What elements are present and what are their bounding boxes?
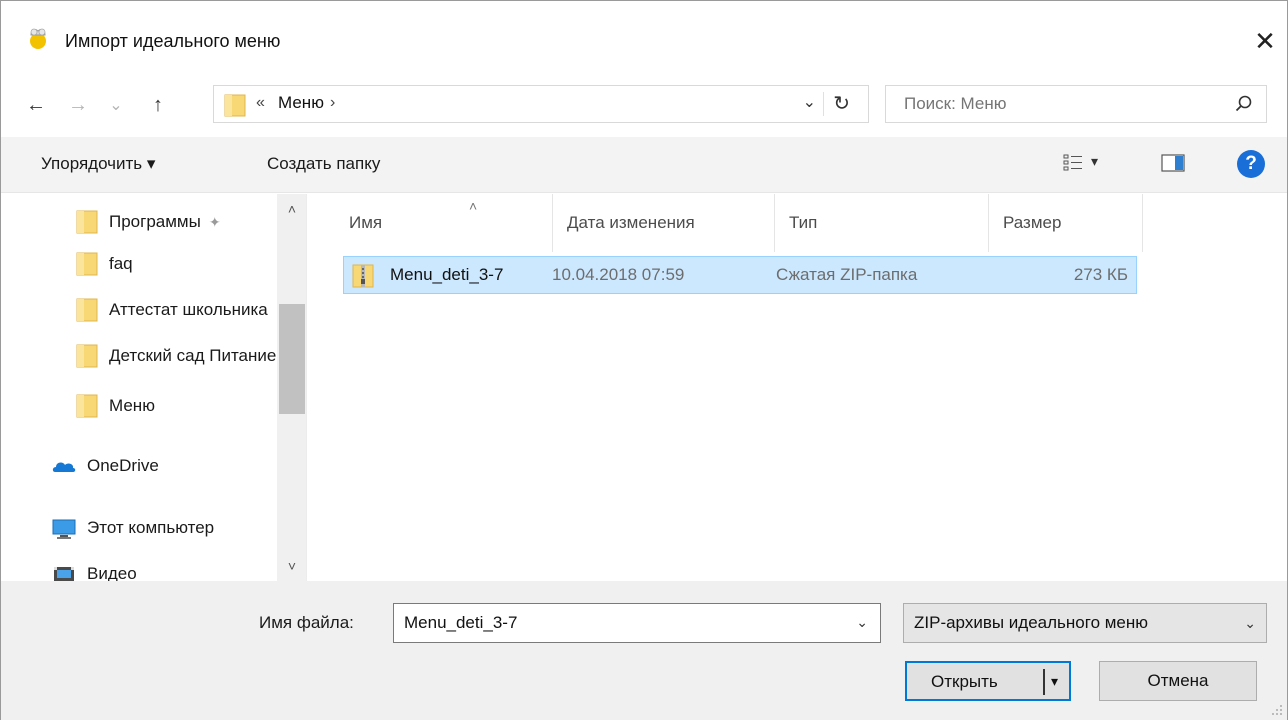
filename-input[interactable] — [394, 604, 834, 642]
nav-item-faq[interactable]: faq — [1, 246, 277, 282]
split-divider — [1043, 669, 1045, 695]
folder-icon — [76, 344, 98, 368]
address-bar[interactable]: « Меню › ⌄ ↻ — [213, 85, 869, 123]
open-button-label: Открыть — [931, 672, 998, 691]
file-size: 273 КБ — [1073, 265, 1128, 284]
address-dropdown-icon[interactable]: ⌄ — [803, 92, 816, 112]
column-header-label: Дата изменения — [567, 213, 695, 232]
video-icon — [54, 567, 74, 581]
file-type: Сжатая ZIP-папка — [776, 265, 918, 284]
file-modified: 10.04.2018 07:59 — [552, 265, 685, 284]
recent-locations-button[interactable]: ⌄ — [105, 87, 127, 123]
file-type-select[interactable]: ZIP-архивы идеального меню ⌄ — [903, 603, 1267, 643]
title-bar: Импорт идеального меню ✕ — [1, 1, 1287, 87]
file-type-value: ZIP-архивы идеального меню — [914, 613, 1149, 632]
forward-button[interactable]: → — [63, 87, 93, 123]
scroll-thumb[interactable] — [279, 304, 305, 414]
column-header-label: Тип — [789, 213, 818, 232]
nav-item-onedrive[interactable]: OneDrive — [1, 448, 277, 484]
preview-pane-icon[interactable] — [1161, 153, 1185, 173]
folder-icon — [224, 94, 246, 117]
nav-item-this-pc[interactable]: Этот компьютер — [1, 510, 277, 546]
filename-label: Имя файла: — [259, 613, 354, 632]
nav-item-label: Этот компьютер — [87, 518, 215, 537]
open-options-icon[interactable]: ▾ — [1051, 673, 1058, 690]
view-options-icon[interactable] — [1063, 153, 1083, 173]
nav-item-label: OneDrive — [87, 456, 159, 475]
nav-item-label: Аттестат школьника — [109, 300, 268, 319]
view-dropdown-icon[interactable]: ▾ — [1091, 153, 1098, 170]
chevron-down-icon: ⌄ — [1244, 615, 1256, 631]
cancel-button[interactable]: Отмена — [1099, 661, 1257, 701]
sort-ascending-icon: ˄ — [469, 198, 478, 214]
column-header-date[interactable]: Дата изменения — [553, 194, 775, 252]
nav-item-label: Программы — [109, 212, 201, 231]
scroll-up-icon[interactable]: ˄ — [277, 194, 306, 224]
folder-icon — [76, 210, 98, 234]
column-header-size[interactable]: Размер — [989, 194, 1143, 252]
breadcrumb-overflow[interactable]: « — [256, 94, 265, 112]
organize-button[interactable]: Упорядочить ▾ — [41, 154, 155, 174]
nav-item-programs[interactable]: Программы ✦ — [1, 204, 277, 240]
open-button[interactable]: Открыть ▾ — [905, 661, 1071, 701]
arrow-up-icon: ↑ — [153, 93, 163, 116]
dialog-footer: Имя файла: ⌄ ZIP-архивы идеального меню … — [1, 581, 1287, 720]
breadcrumb-item-menu[interactable]: Меню — [278, 93, 324, 113]
pin-icon: ✦ — [208, 213, 221, 230]
resize-grip-icon[interactable] — [1271, 704, 1283, 716]
nav-item-kindergarten[interactable]: Детский сад Питание — [1, 338, 277, 374]
app-icon — [30, 28, 46, 49]
open-file-dialog: Импорт идеального меню ✕ ← → ⌄ ↑ « Меню … — [0, 0, 1288, 720]
scroll-down-icon[interactable]: ˅ — [277, 551, 306, 581]
zip-folder-icon — [352, 264, 374, 288]
onedrive-icon — [52, 462, 76, 472]
back-button[interactable]: ← — [21, 87, 51, 123]
search-icon[interactable] — [1234, 94, 1254, 114]
chevron-down-icon[interactable]: ⌄ — [856, 614, 868, 631]
search-box — [885, 85, 1267, 123]
cancel-button-label: Отмена — [1147, 671, 1209, 690]
nav-item-label: Видео — [87, 564, 137, 581]
filename-combobox: ⌄ — [393, 603, 881, 643]
folder-icon — [76, 252, 98, 276]
nav-item-certificate[interactable]: Аттестат школьника — [1, 292, 277, 328]
folder-icon — [76, 394, 98, 418]
nav-item-video[interactable]: Видео — [1, 556, 277, 581]
file-name: Menu_deti_3-7 — [390, 265, 504, 284]
help-icon: ? — [1245, 153, 1257, 174]
nav-item-menu[interactable]: Меню — [1, 388, 277, 424]
computer-icon — [52, 519, 76, 539]
window-title: Импорт идеального меню — [65, 31, 281, 51]
column-header-label: Имя — [349, 213, 383, 232]
close-button[interactable]: ✕ — [1243, 19, 1287, 63]
new-folder-button[interactable]: Создать папку — [267, 154, 380, 174]
search-input[interactable] — [886, 86, 1216, 122]
nav-item-label: Меню — [109, 396, 155, 415]
help-button[interactable]: ? — [1237, 150, 1265, 178]
nav-item-label: Детский сад Питание — [109, 346, 277, 365]
refresh-icon[interactable]: ↻ — [833, 91, 850, 116]
chevron-down-icon: ⌄ — [109, 97, 123, 114]
file-list: ˄ Имя Дата изменения Тип Размер Menu_det… — [307, 194, 1287, 581]
nav-item-label: faq — [109, 254, 133, 273]
column-header-name[interactable]: ˄ Имя — [335, 194, 553, 252]
address-divider — [823, 92, 824, 116]
breadcrumb-chevron-icon[interactable]: › — [330, 94, 335, 112]
column-header-type[interactable]: Тип — [775, 194, 989, 252]
column-header-label: Размер — [1003, 213, 1062, 232]
file-row[interactable]: Menu_deti_3-7 10.04.2018 07:59 Сжатая ZI… — [343, 256, 1137, 294]
command-bar: Упорядочить ▾ Создать папку ▾ ? — [1, 137, 1287, 193]
close-icon: ✕ — [1254, 25, 1276, 56]
navigation-pane: Программы ✦ faq Аттестат школьника Детск… — [1, 194, 307, 581]
arrow-right-icon: → — [68, 93, 88, 116]
up-button[interactable]: ↑ — [143, 87, 173, 123]
navigation-scrollbar[interactable]: ˄ ˅ — [277, 194, 306, 581]
arrow-left-icon: ← — [26, 93, 46, 116]
folder-icon — [76, 298, 98, 322]
